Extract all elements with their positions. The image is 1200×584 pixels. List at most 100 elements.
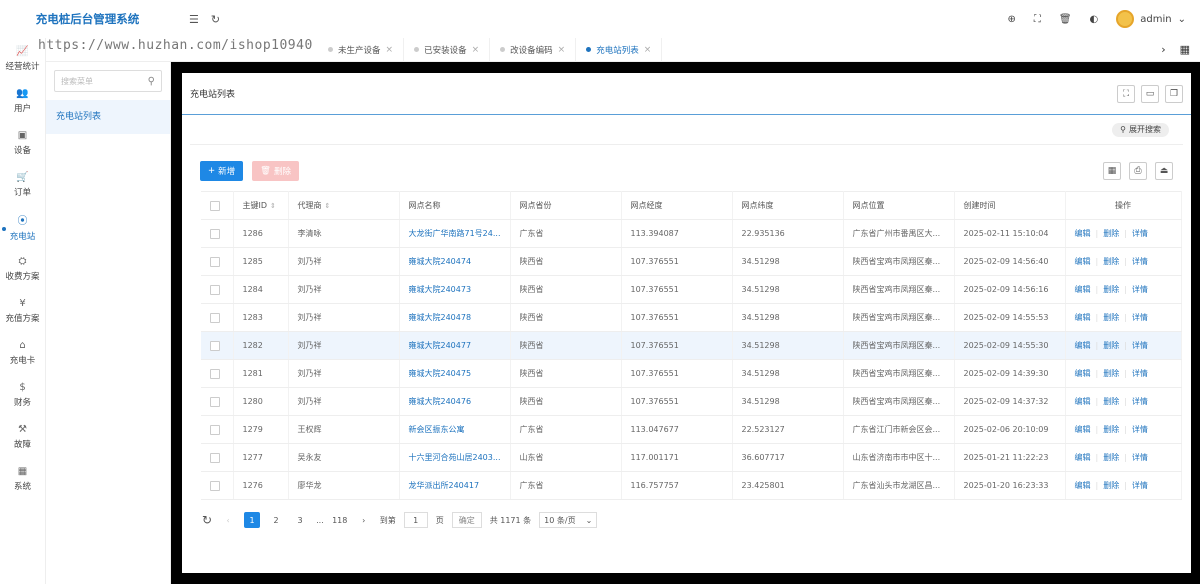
submenu-item-station-list[interactable]: 充电站列表 [46, 100, 170, 134]
nav-item[interactable]: ▣ 设备 [0, 122, 45, 164]
add-button[interactable]: + 新增 [200, 161, 244, 181]
maximize-icon[interactable]: ⛶ [1117, 84, 1135, 103]
export-icon[interactable]: ⏏ [1155, 162, 1173, 180]
close-icon[interactable]: × [386, 45, 394, 55]
edit-link[interactable]: 编辑 [1075, 256, 1091, 267]
detail-link[interactable]: 详情 [1132, 312, 1148, 323]
edit-link[interactable]: 编辑 [1075, 452, 1091, 463]
edit-link[interactable]: 编辑 [1075, 312, 1091, 323]
delete-link[interactable]: 删除 [1103, 256, 1119, 267]
cell-name[interactable]: 雍城大院240475 [399, 359, 511, 388]
detail-link[interactable]: 详情 [1132, 340, 1148, 351]
delete-link[interactable]: 删除 [1103, 424, 1119, 435]
cell-name[interactable]: 雍城大院240476 [399, 387, 511, 416]
user-menu[interactable]: admin ⌄ [1116, 10, 1186, 28]
detail-link[interactable]: 详情 [1132, 424, 1148, 435]
page-size-select[interactable]: 10 条/页 ⌄ [539, 512, 598, 528]
chevron-right-icon[interactable]: › [1161, 43, 1165, 56]
nav-item[interactable]: ▦ 系统 [0, 458, 45, 500]
theme-icon[interactable]: ◐ [1090, 14, 1099, 25]
select-all-checkbox[interactable] [210, 200, 220, 211]
detail-link[interactable]: 详情 [1132, 396, 1148, 407]
delete-link[interactable]: 删除 [1103, 452, 1119, 463]
sort-icon[interactable]: ⇕ [270, 202, 276, 210]
table-row[interactable]: 1277 吴永友 十六里河合苑山居2403... 山东省 117.001171 36.60… [201, 443, 1182, 472]
nav-item[interactable]: ⚒ 故障 [0, 416, 45, 458]
edit-link[interactable]: 编辑 [1075, 480, 1091, 491]
row-checkbox[interactable] [210, 396, 220, 407]
delete-link[interactable]: 删除 [1103, 480, 1119, 491]
table-row[interactable]: 1280 刘乃祥 雍城大院240476 陕西省 107.376551 34.51298 陕西… [201, 387, 1182, 416]
delete-button[interactable]: 🗑 删除 [252, 161, 299, 181]
globe-icon[interactable]: ⊕ [1007, 14, 1015, 25]
detail-link[interactable]: 详情 [1132, 480, 1148, 491]
tab-station-list[interactable]: 充电站列表 × [576, 37, 663, 62]
next-page-icon[interactable]: › [356, 512, 372, 528]
row-checkbox[interactable] [210, 480, 220, 491]
detail-link[interactable]: 详情 [1132, 228, 1148, 239]
columns-icon[interactable]: ▦ [1103, 162, 1121, 180]
page-input[interactable]: 1 [403, 512, 428, 528]
detail-link[interactable]: 详情 [1132, 452, 1148, 463]
tab-installed[interactable]: 已安装设备 × [404, 37, 491, 62]
nav-item[interactable]: 👥 用户 [0, 80, 45, 122]
page-3[interactable]: 3 [292, 512, 308, 528]
delete-link[interactable]: 删除 [1103, 284, 1119, 295]
table-row[interactable]: 1282 刘乃祥 雍城大院240477 陕西省 107.376551 34.51298 陕西… [201, 331, 1182, 360]
edit-link[interactable]: 编辑 [1075, 396, 1091, 407]
print-icon[interactable]: ⎙ [1129, 162, 1147, 180]
close-icon[interactable]: × [558, 45, 566, 55]
cell-name[interactable]: 雍城大院240477 [399, 331, 511, 360]
confirm-button[interactable]: 确定 [451, 512, 482, 528]
cell-name[interactable]: 新会区振东公寓 [399, 415, 511, 444]
refresh-icon[interactable]: ↻ [202, 513, 212, 527]
tab-unproduced[interactable]: 未生产设备 × [318, 37, 405, 62]
cell-name[interactable]: 雍城大院240474 [399, 247, 511, 276]
edit-link[interactable]: 编辑 [1075, 284, 1091, 295]
table-row[interactable]: 1284 刘乃祥 雍城大院240473 陕西省 107.376551 34.51298 陕西… [201, 275, 1182, 304]
row-checkbox[interactable] [210, 452, 220, 463]
table-row[interactable]: 1286 李清咏 大龙街广华南路71号24... 广东省 113.394087 22.93… [201, 219, 1182, 248]
page-last[interactable]: 118 [332, 512, 348, 528]
delete-link[interactable]: 删除 [1103, 312, 1119, 323]
delete-link[interactable]: 删除 [1103, 228, 1119, 239]
sort-icon[interactable]: ⇕ [325, 202, 331, 210]
nav-item[interactable]: ¥ 充值方案 [0, 290, 45, 332]
menu-search-input[interactable]: 搜索菜单 ⚲ [54, 70, 162, 92]
row-checkbox[interactable] [210, 228, 220, 239]
nav-item[interactable]: $ 财务 [0, 374, 45, 416]
nav-item[interactable]: ⌂ 充电卡 [0, 332, 45, 374]
prev-page-icon[interactable]: ‹ [220, 512, 236, 528]
menu-toggle-icon[interactable]: ☰ [189, 13, 199, 26]
delete-link[interactable]: 删除 [1103, 340, 1119, 351]
cell-name[interactable]: 大龙街广华南路71号24... [399, 219, 511, 248]
refresh-icon[interactable]: ↻ [211, 13, 220, 26]
grid-icon[interactable]: ▦ [1180, 43, 1190, 56]
trash-icon[interactable]: 🗑 [1059, 14, 1072, 25]
table-row[interactable]: 1281 刘乃祥 雍城大院240475 陕西省 107.376551 34.51298 陕西… [201, 359, 1182, 388]
detail-link[interactable]: 详情 [1132, 284, 1148, 295]
column-header[interactable]: 代理商 ⇕ [288, 191, 400, 220]
edit-link[interactable]: 编辑 [1075, 340, 1091, 351]
row-checkbox[interactable] [210, 256, 220, 267]
table-row[interactable]: 1276 廖华龙 龙华派出所240417 广东省 116.757757 23.425801… [201, 471, 1182, 500]
expand-search-button[interactable]: ⚲ 展开搜索 [1112, 122, 1169, 137]
cell-name[interactable]: 龙华派出所240417 [399, 471, 511, 500]
page-1[interactable]: 1 [244, 512, 261, 528]
close-icon[interactable]: × [644, 45, 652, 55]
table-row[interactable]: 1283 刘乃祥 雍城大院240478 陕西省 107.376551 34.51298 陕西… [201, 303, 1182, 332]
detail-link[interactable]: 详情 [1132, 368, 1148, 379]
window-icon[interactable]: ▭ [1141, 84, 1159, 103]
row-checkbox[interactable] [210, 284, 220, 295]
nav-item[interactable]: ⛭ 收费方案 [0, 248, 45, 290]
nav-item[interactable]: ⦿ 充电站 [0, 206, 45, 248]
column-header[interactable]: 主键ID ⇕ [233, 191, 289, 220]
edit-link[interactable]: 编辑 [1075, 228, 1091, 239]
row-checkbox[interactable] [210, 368, 220, 379]
cell-name[interactable]: 十六里河合苑山居2403... [399, 443, 511, 472]
fullscreen-icon[interactable]: ⛶ [1034, 14, 1041, 25]
edit-link[interactable]: 编辑 [1075, 424, 1091, 435]
detail-link[interactable]: 详情 [1132, 256, 1148, 267]
page-2[interactable]: 2 [268, 512, 284, 528]
table-row[interactable]: 1279 王权辉 新会区振东公寓 广东省 113.047677 22.523127 广东省江… [201, 415, 1182, 444]
